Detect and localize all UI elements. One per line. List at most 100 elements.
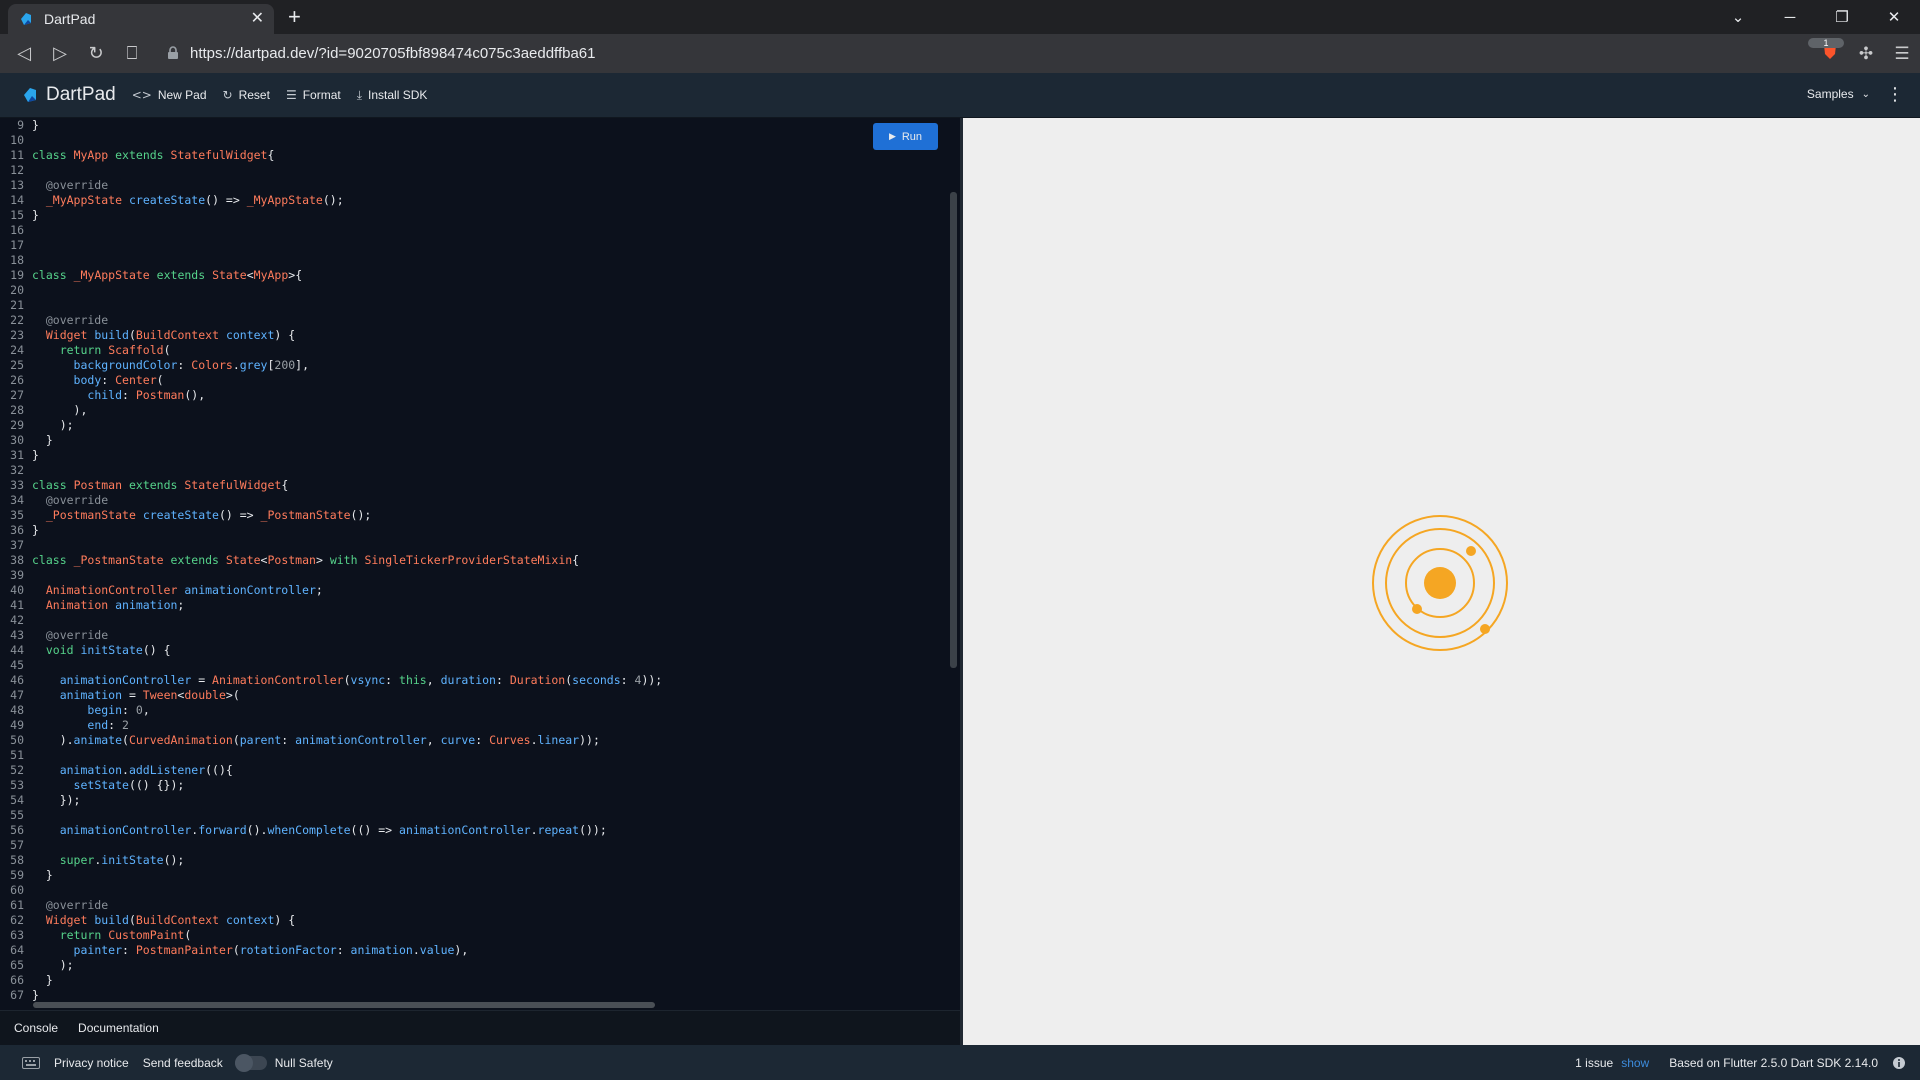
send-feedback-link[interactable]: Send feedback — [143, 1056, 223, 1070]
more-vert-icon[interactable]: ⋮ — [1886, 84, 1904, 105]
tab-console[interactable]: Console — [14, 1021, 58, 1035]
code-line[interactable]: void initState() { — [32, 643, 662, 658]
console-tabs: Console Documentation — [0, 1010, 960, 1045]
forward-icon[interactable]: ▷ — [42, 39, 78, 69]
code-area[interactable]: } class MyApp extends StatefulWidget{ @o… — [32, 118, 662, 1003]
code-line[interactable]: _MyAppState createState() => _MyAppState… — [32, 193, 662, 208]
code-line[interactable] — [32, 808, 662, 823]
run-button[interactable]: ▶ Run — [873, 123, 938, 150]
code-line[interactable] — [32, 613, 662, 628]
code-line[interactable]: animationController = AnimationControlle… — [32, 673, 663, 688]
code-line[interactable]: } — [32, 448, 662, 463]
code-line[interactable]: end: 2 — [32, 718, 662, 733]
info-icon[interactable] — [1892, 1056, 1906, 1070]
code-line[interactable] — [32, 568, 662, 583]
address-bar[interactable]: https://dartpad.dev/?id=9020705fbf898474… — [166, 38, 1796, 68]
code-line[interactable] — [32, 748, 662, 763]
privacy-notice-link[interactable]: Privacy notice — [54, 1056, 129, 1070]
code-line[interactable] — [32, 298, 662, 313]
reset-button[interactable]: ↻ Reset — [223, 88, 270, 102]
browser-tab[interactable]: DartPad ✕ — [8, 4, 274, 34]
code-line[interactable]: animationController.forward().whenComple… — [32, 823, 662, 838]
code-line[interactable]: Widget build(BuildContext context) { — [32, 328, 662, 343]
code-line[interactable]: }); — [32, 793, 662, 808]
code-line[interactable]: @override — [32, 493, 662, 508]
reload-icon[interactable]: ↻ — [78, 39, 114, 69]
code-line[interactable]: painter: PostmanPainter(rotationFactor: … — [32, 943, 662, 958]
restore-icon[interactable]: ❐ — [1816, 8, 1868, 26]
code-line[interactable]: ); — [32, 418, 662, 433]
bookmark-icon[interactable]: ⎕ — [114, 39, 150, 69]
code-line[interactable]: AnimationController animationController; — [32, 583, 662, 598]
code-line[interactable] — [32, 223, 662, 238]
keyboard-icon[interactable] — [22, 1056, 40, 1069]
code-line[interactable] — [32, 538, 662, 553]
browser-menu-icon[interactable]: ☰ — [1884, 44, 1920, 64]
code-line[interactable] — [32, 238, 662, 253]
code-line[interactable]: setState(() {}); — [32, 778, 662, 793]
code-line[interactable]: return Scaffold( — [32, 343, 662, 358]
code-line[interactable]: class _MyAppState extends State<MyApp>{ — [32, 268, 662, 283]
code-line[interactable]: backgroundColor: Colors.grey[200], — [32, 358, 662, 373]
new-tab-icon[interactable]: + — [288, 6, 301, 28]
code-line[interactable]: ); — [32, 958, 662, 973]
code-line[interactable] — [32, 163, 662, 178]
null-safety-toggle[interactable] — [234, 1053, 267, 1072]
dartpad-brand[interactable]: DartPad — [20, 84, 116, 106]
code-line[interactable]: @override — [32, 313, 662, 328]
line-number: 56 — [10, 823, 24, 837]
download-icon: ⤓ — [356, 87, 363, 102]
editor-vertical-scrollbar[interactable] — [950, 192, 957, 668]
code-line[interactable] — [32, 838, 662, 853]
minimize-icon[interactable]: ─ — [1764, 9, 1816, 26]
code-line[interactable]: class Postman extends StatefulWidget{ — [32, 478, 662, 493]
code-line[interactable] — [32, 883, 662, 898]
code-line[interactable]: } — [32, 433, 662, 448]
code-line[interactable]: body: Center( — [32, 373, 662, 388]
brave-shield-icon[interactable]: 1 — [1808, 38, 1848, 65]
code-line[interactable]: child: Postman(), — [32, 388, 662, 403]
editor-horizontal-scrollbar[interactable] — [33, 1002, 655, 1008]
code-line[interactable]: super.initState(); — [32, 853, 662, 868]
line-number: 19 — [10, 268, 24, 282]
code-line[interactable]: class _PostmanState extends State<Postma… — [32, 553, 662, 568]
tab-search-icon[interactable]: ⌄ — [1712, 8, 1764, 26]
code-line[interactable]: } — [32, 118, 662, 133]
code-line[interactable] — [32, 658, 662, 673]
code-line[interactable]: } — [32, 208, 662, 223]
code-editor[interactable]: 9 10 11 12 13 14 15 16 17 18 19 20 21 22 23 24 25 26 27 28 2… — [0, 118, 960, 1010]
code-line[interactable]: } — [32, 988, 662, 1003]
code-line[interactable]: ).animate(CurvedAnimation(parent: animat… — [32, 733, 662, 748]
code-line[interactable] — [32, 253, 662, 268]
code-line[interactable]: @override — [32, 898, 662, 913]
code-line[interactable]: return CustomPaint( — [32, 928, 662, 943]
code-line[interactable]: @override — [32, 178, 662, 193]
app-toolbar: DartPad <> New Pad ↻ Reset ☰ Format ⤓ In… — [0, 73, 1920, 118]
code-line[interactable]: } — [32, 523, 662, 538]
extensions-icon[interactable]: ✣ — [1848, 44, 1884, 64]
code-line[interactable]: class MyApp extends StatefulWidget{ — [32, 148, 662, 163]
close-tab-icon[interactable]: ✕ — [251, 11, 264, 27]
code-line[interactable] — [32, 133, 662, 148]
code-line[interactable] — [32, 463, 662, 478]
code-line[interactable]: animation = Tween<double>( — [32, 688, 662, 703]
close-window-icon[interactable]: ✕ — [1868, 8, 1920, 26]
install-sdk-button[interactable]: ⤓ Install SDK — [357, 88, 428, 103]
code-line[interactable]: animation.addListener((){ — [32, 763, 662, 778]
show-issues-link[interactable]: show — [1621, 1056, 1649, 1070]
new-pad-button[interactable]: <> New Pad — [132, 88, 207, 102]
code-line[interactable] — [32, 283, 662, 298]
samples-dropdown[interactable]: Samples ⌄ — [1807, 87, 1870, 101]
code-line[interactable]: Animation animation; — [32, 598, 662, 613]
code-line[interactable]: begin: 0, — [32, 703, 662, 718]
code-line[interactable]: ), — [32, 403, 662, 418]
format-button[interactable]: ☰ Format — [286, 88, 341, 102]
code-line[interactable]: @override — [32, 628, 662, 643]
tab-documentation[interactable]: Documentation — [78, 1021, 159, 1035]
code-line[interactable]: _PostmanState createState() => _PostmanS… — [32, 508, 662, 523]
back-icon[interactable]: ◁ — [6, 39, 42, 69]
new-pad-label: New Pad — [157, 88, 207, 102]
code-line[interactable]: } — [32, 868, 662, 883]
code-line[interactable]: } — [32, 973, 662, 988]
code-line[interactable]: Widget build(BuildContext context) { — [32, 913, 662, 928]
